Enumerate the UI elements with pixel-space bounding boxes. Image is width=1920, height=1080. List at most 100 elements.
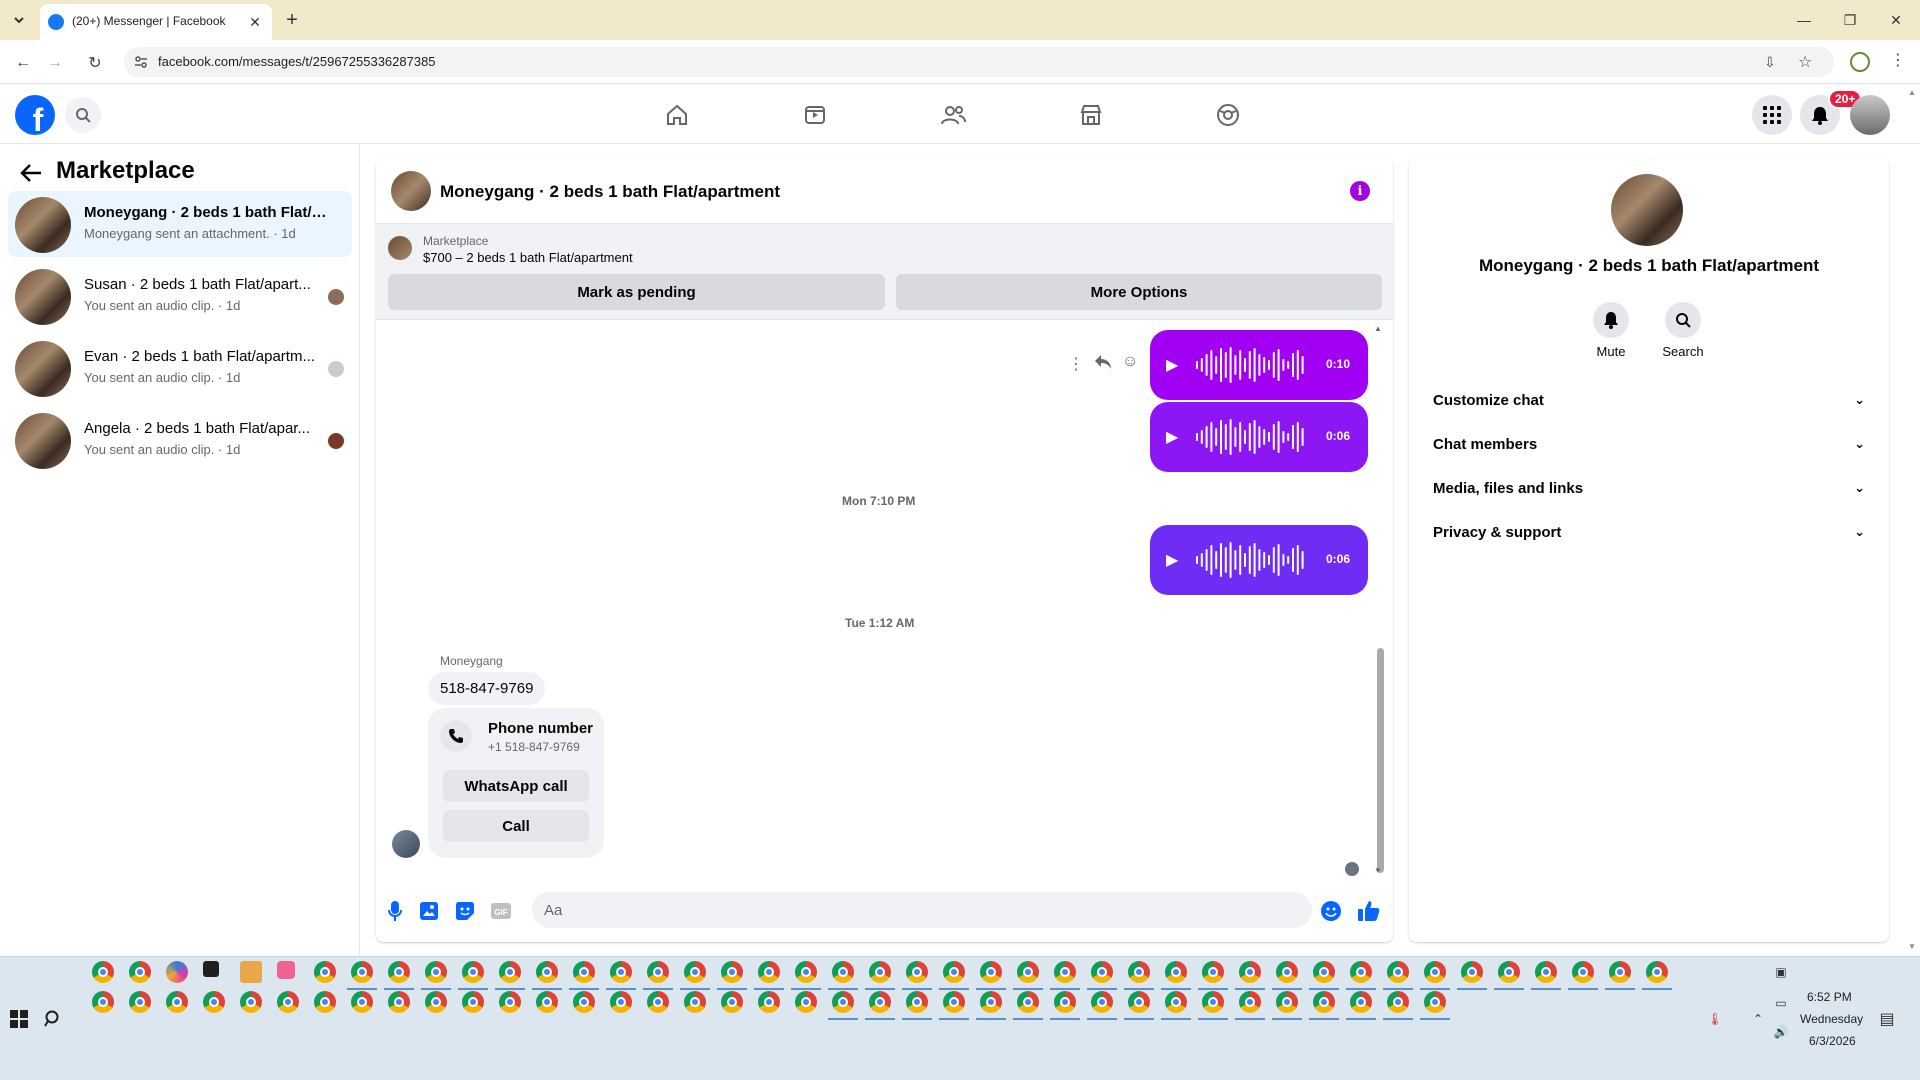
conversation-item[interactable]: Angela · 2 beds 1 bath Flat/apar... You …	[8, 407, 352, 473]
chrome-taskbar-icon[interactable]	[1091, 991, 1113, 1013]
temperature-icon[interactable]: 🌡	[1706, 1010, 1724, 1028]
chrome-taskbar-icon[interactable]	[536, 991, 558, 1013]
react-emoji-icon[interactable]: ☺	[1122, 353, 1138, 371]
chrome-taskbar-icon[interactable]	[1646, 961, 1668, 983]
chrome-taskbar-icon[interactable]	[351, 961, 373, 983]
site-settings-icon[interactable]	[134, 55, 148, 69]
chrome-taskbar-icon[interactable]	[1350, 961, 1372, 983]
chrome-taskbar-icon[interactable]	[1239, 991, 1261, 1013]
chrome-taskbar-icon[interactable]	[166, 991, 188, 1013]
chrome-taskbar-icon[interactable]	[129, 961, 151, 983]
tab-search-chevron-icon[interactable]	[6, 8, 32, 32]
chrome-taskbar-icon[interactable]	[832, 961, 854, 983]
video-icon[interactable]	[800, 100, 830, 130]
chrome-taskbar-icon[interactable]	[1350, 991, 1372, 1013]
chrome-taskbar-icon[interactable]	[869, 961, 891, 983]
chrome-taskbar-icon[interactable]	[129, 991, 151, 1013]
gaming-icon[interactable]	[1213, 100, 1243, 130]
chrome-taskbar-icon[interactable]	[1313, 961, 1335, 983]
chrome-taskbar-icon[interactable]	[906, 961, 928, 983]
chrome-taskbar-icon[interactable]	[536, 961, 558, 983]
audio-message[interactable]: ▶ 0:10	[1150, 330, 1368, 400]
chrome-taskbar-icon[interactable]	[1054, 991, 1076, 1013]
taskbar-clock-date[interactable]: 6/3/2026	[1809, 1034, 1856, 1048]
chrome-taskbar-icon[interactable]	[203, 991, 225, 1013]
chrome-taskbar-icon[interactable]	[1387, 991, 1409, 1013]
back-icon[interactable]: ←	[10, 50, 36, 76]
taskbar-search-icon[interactable]	[44, 1010, 64, 1030]
message-bubble[interactable]: 518-847-9769	[428, 672, 546, 705]
chrome-taskbar-icon[interactable]	[1609, 961, 1631, 983]
meet-now-icon[interactable]: ▣	[1772, 963, 1790, 981]
chrome-taskbar-icon[interactable]	[388, 961, 410, 983]
play-icon[interactable]: ▶	[1166, 427, 1178, 447]
chrome-taskbar-icon[interactable]	[869, 991, 891, 1013]
chrome-taskbar-icon[interactable]	[684, 961, 706, 983]
volume-icon[interactable]: 🔊	[1772, 1023, 1790, 1041]
audio-message[interactable]: ▶ 0:06	[1150, 402, 1368, 472]
tab-close-icon[interactable]: ✕	[246, 13, 264, 31]
chrome-taskbar-icon[interactable]	[314, 961, 336, 983]
chrome-taskbar-icon[interactable]	[1165, 961, 1187, 983]
back-arrow-icon[interactable]	[18, 160, 44, 186]
browser-menu-icon[interactable]: ⋮	[1890, 50, 1906, 70]
url-input[interactable]: facebook.com/messages/t/2596725533628738…	[124, 47, 1834, 77]
chrome-taskbar-icon[interactable]	[1202, 961, 1224, 983]
chrome-taskbar-icon[interactable]	[795, 991, 817, 1013]
chrome-taskbar-icon[interactable]	[610, 991, 632, 1013]
chrome-taskbar-icon[interactable]	[499, 961, 521, 983]
mute-action[interactable]: Mute	[1581, 302, 1641, 359]
sticker-icon[interactable]	[454, 900, 476, 922]
chrome-taskbar-icon[interactable]	[1239, 961, 1261, 983]
restore-icon[interactable]: ❐	[1830, 8, 1870, 32]
chrome-taskbar-icon[interactable]	[684, 991, 706, 1013]
search-action[interactable]: Search	[1653, 302, 1713, 359]
chrome-taskbar-icon[interactable]	[1128, 991, 1150, 1013]
taskbar-clock-time[interactable]: 6:52 PM	[1807, 990, 1852, 1004]
listing-thumbnail[interactable]	[388, 236, 412, 260]
chrome-taskbar-icon[interactable]	[1461, 961, 1483, 983]
chrome-taskbar-icon[interactable]	[573, 991, 595, 1013]
chrome-taskbar-icon[interactable]	[1276, 961, 1298, 983]
chrome-taskbar-icon[interactable]	[1202, 991, 1224, 1013]
new-tab-icon[interactable]: +	[280, 8, 304, 32]
chrome-taskbar-icon[interactable]	[1054, 961, 1076, 983]
chrome-taskbar-icon[interactable]	[1572, 961, 1594, 983]
info-icon[interactable]: i	[1350, 181, 1370, 201]
chrome-taskbar-icon[interactable]	[1313, 991, 1335, 1013]
privacy-support-section[interactable]: Privacy & support ⌄	[1425, 512, 1873, 556]
snip-taskbar-icon[interactable]	[277, 961, 295, 979]
search-icon[interactable]	[1665, 302, 1701, 338]
more-options-button[interactable]: More Options	[896, 274, 1382, 310]
chrome-taskbar-icon[interactable]	[425, 991, 447, 1013]
chat-thumbnail[interactable]	[391, 171, 431, 211]
windows-start-icon[interactable]	[10, 1010, 30, 1030]
chrome-taskbar-icon[interactable]	[943, 991, 965, 1013]
scroll-down-icon[interactable]: ▼	[1374, 866, 1382, 875]
reply-icon[interactable]	[1094, 354, 1112, 370]
more-actions-icon[interactable]: ⋮	[1068, 354, 1084, 374]
tray-chevron-icon[interactable]: ⌃	[1749, 1010, 1767, 1028]
reload-icon[interactable]: ↻	[82, 50, 108, 76]
chrome-taskbar-icon[interactable]	[1387, 961, 1409, 983]
chrome-taskbar-icon[interactable]	[758, 961, 780, 983]
chat-members-section[interactable]: Chat members ⌄	[1425, 424, 1873, 468]
chrome-taskbar-icon[interactable]	[499, 991, 521, 1013]
install-icon[interactable]: ⇩	[1764, 54, 1776, 71]
menu-grid-icon[interactable]	[1752, 95, 1792, 135]
page-scroll-up-icon[interactable]: ▲	[1908, 88, 1916, 97]
bell-icon[interactable]	[1593, 302, 1629, 338]
emoji-icon[interactable]	[1320, 900, 1342, 922]
audio-message[interactable]: ▶ 0:06	[1150, 525, 1368, 595]
account-avatar[interactable]	[1850, 95, 1890, 135]
chrome-taskbar-icon[interactable]	[92, 961, 114, 983]
page-scroll-down-icon[interactable]: ▼	[1908, 942, 1916, 951]
chrome-taskbar-icon[interactable]	[721, 991, 743, 1013]
search-icon[interactable]	[65, 97, 101, 133]
play-icon[interactable]: ▶	[1166, 355, 1178, 375]
chrome-taskbar-icon[interactable]	[980, 991, 1002, 1013]
chrome-taskbar-icon[interactable]	[758, 991, 780, 1013]
customize-chat-section[interactable]: Customize chat ⌄	[1425, 380, 1873, 424]
chrome-taskbar-icon[interactable]	[1091, 961, 1113, 983]
minimize-icon[interactable]: —	[1784, 8, 1824, 32]
